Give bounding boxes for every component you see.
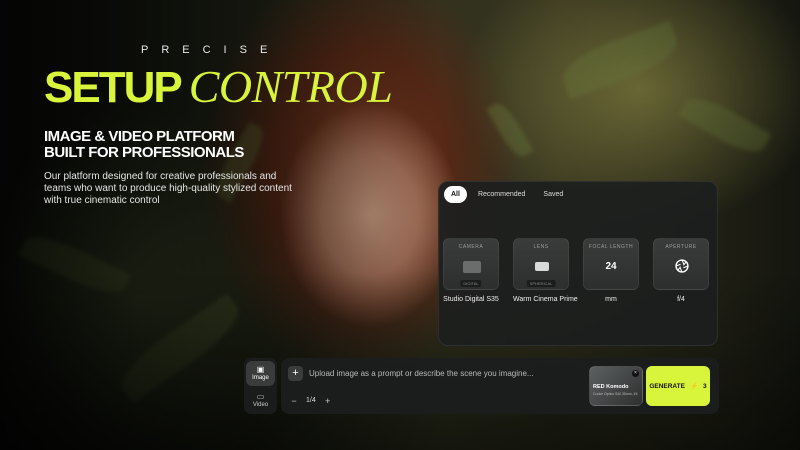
card-category: CAMERA: [458, 244, 484, 250]
focal-length-card[interactable]: FOCAL LENGTH 24 mm: [583, 238, 639, 303]
selected-camera-card[interactable]: × RED Komodo Cooke Optics S4/i 35mm, f/4: [589, 366, 643, 406]
scrolled-row-hint: [443, 208, 715, 222]
camera-card-details: Cooke Optics S4/i 35mm, f/4: [593, 392, 638, 396]
card-category: FOCAL LENGTH: [588, 244, 634, 250]
card-tag: DIGITAL: [460, 280, 482, 287]
mode-video-button[interactable]: ▭ Video: [246, 388, 275, 413]
hero-subhead: IMAGE & VIDEO PLATFORM BUILT FOR PROFESS…: [44, 129, 244, 161]
card-name: Studio Digital S35: [443, 296, 499, 303]
subhead-line-1: IMAGE & VIDEO PLATFORM: [44, 128, 235, 145]
aperture-card[interactable]: APERTURE f/4: [653, 238, 709, 303]
setup-tabs: All Recommended Saved: [444, 186, 570, 203]
eyebrow-text: PRECISE: [141, 44, 281, 56]
camera-card[interactable]: CAMERA DIGITAL Studio Digital S35: [443, 238, 499, 303]
camera-card-title: RED Komodo: [593, 384, 629, 390]
aperture-icon: [675, 259, 689, 273]
increment-button[interactable]: +: [322, 396, 334, 406]
generate-button[interactable]: GENERATE ⚡ 3: [646, 366, 710, 406]
credits-count: 3: [703, 382, 707, 390]
card-name: f/4: [677, 296, 685, 303]
headline-control: CONTROL: [188, 61, 393, 112]
mode-image-button[interactable]: ▣ Image: [246, 361, 275, 386]
count-value: 1/4: [306, 397, 316, 404]
card-name: mm: [605, 296, 617, 303]
card-category: LENS: [533, 244, 549, 250]
video-icon: ▭: [256, 392, 265, 401]
close-icon[interactable]: ×: [632, 370, 639, 377]
mode-switch: ▣ Image ▭ Video: [244, 358, 277, 414]
hero-description: Our platform designed for creative profe…: [44, 171, 292, 206]
generate-label: GENERATE: [649, 382, 685, 390]
setup-cards: CAMERA DIGITAL Studio Digital S35 LENS S…: [443, 238, 715, 303]
lens-card[interactable]: LENS SPHERICAL Warm Cinema Prime: [513, 238, 578, 303]
decrement-button[interactable]: −: [288, 396, 300, 406]
card-category: APERTURE: [665, 244, 697, 250]
headline-setup: SETUP: [44, 63, 183, 112]
add-attachment-button[interactable]: +: [288, 366, 303, 381]
card-name: Warm Cinema Prime: [513, 296, 578, 303]
card-tag: SPHERICAL: [526, 280, 556, 287]
subhead-line-2: BUILT FOR PROFESSIONALS: [44, 144, 244, 161]
tab-saved[interactable]: Saved: [536, 186, 570, 203]
bolt-icon: ⚡: [689, 383, 699, 390]
prompt-bar: + Upload image as a prompt or describe t…: [281, 358, 719, 414]
tab-all[interactable]: All: [444, 186, 467, 203]
hero-headline: SETUP CONTROL: [44, 60, 393, 112]
tab-recommended[interactable]: Recommended: [471, 186, 532, 203]
setup-panel: All Recommended Saved CAMERA DIGITAL Stu…: [438, 181, 718, 346]
prompt-input[interactable]: Upload image as a prompt or describe the…: [309, 369, 534, 378]
count-stepper: − 1/4 +: [288, 394, 334, 407]
focal-length-value: 24: [605, 261, 617, 272]
lens-icon: [535, 262, 549, 271]
image-icon: ▣: [256, 365, 265, 374]
camera-icon: [463, 261, 481, 273]
